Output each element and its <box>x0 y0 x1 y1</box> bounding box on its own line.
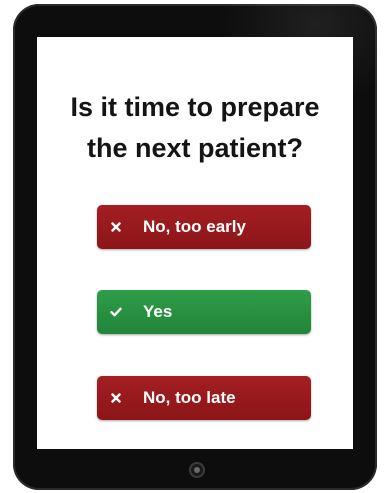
no-too-early-button[interactable]: No, too early <box>97 205 311 249</box>
question-line-2: the next patient? <box>86 133 303 163</box>
question-line-1: Is it time to prepare <box>70 92 320 122</box>
question-title: Is it time to prepare the next patient? <box>37 87 353 169</box>
x-icon <box>109 391 123 405</box>
no-too-early-label: No, too early <box>143 217 246 236</box>
tablet-device: Is it time to prepare the next patient? … <box>13 4 377 490</box>
yes-button[interactable]: Yes <box>97 290 311 334</box>
no-too-late-label: No, too late <box>143 388 236 407</box>
home-button[interactable] <box>189 462 205 478</box>
check-icon <box>109 305 123 319</box>
yes-label: Yes <box>143 302 173 321</box>
x-icon <box>109 220 123 234</box>
no-too-late-button[interactable]: No, too late <box>97 376 311 420</box>
tablet-screen: Is it time to prepare the next patient? … <box>37 37 353 449</box>
